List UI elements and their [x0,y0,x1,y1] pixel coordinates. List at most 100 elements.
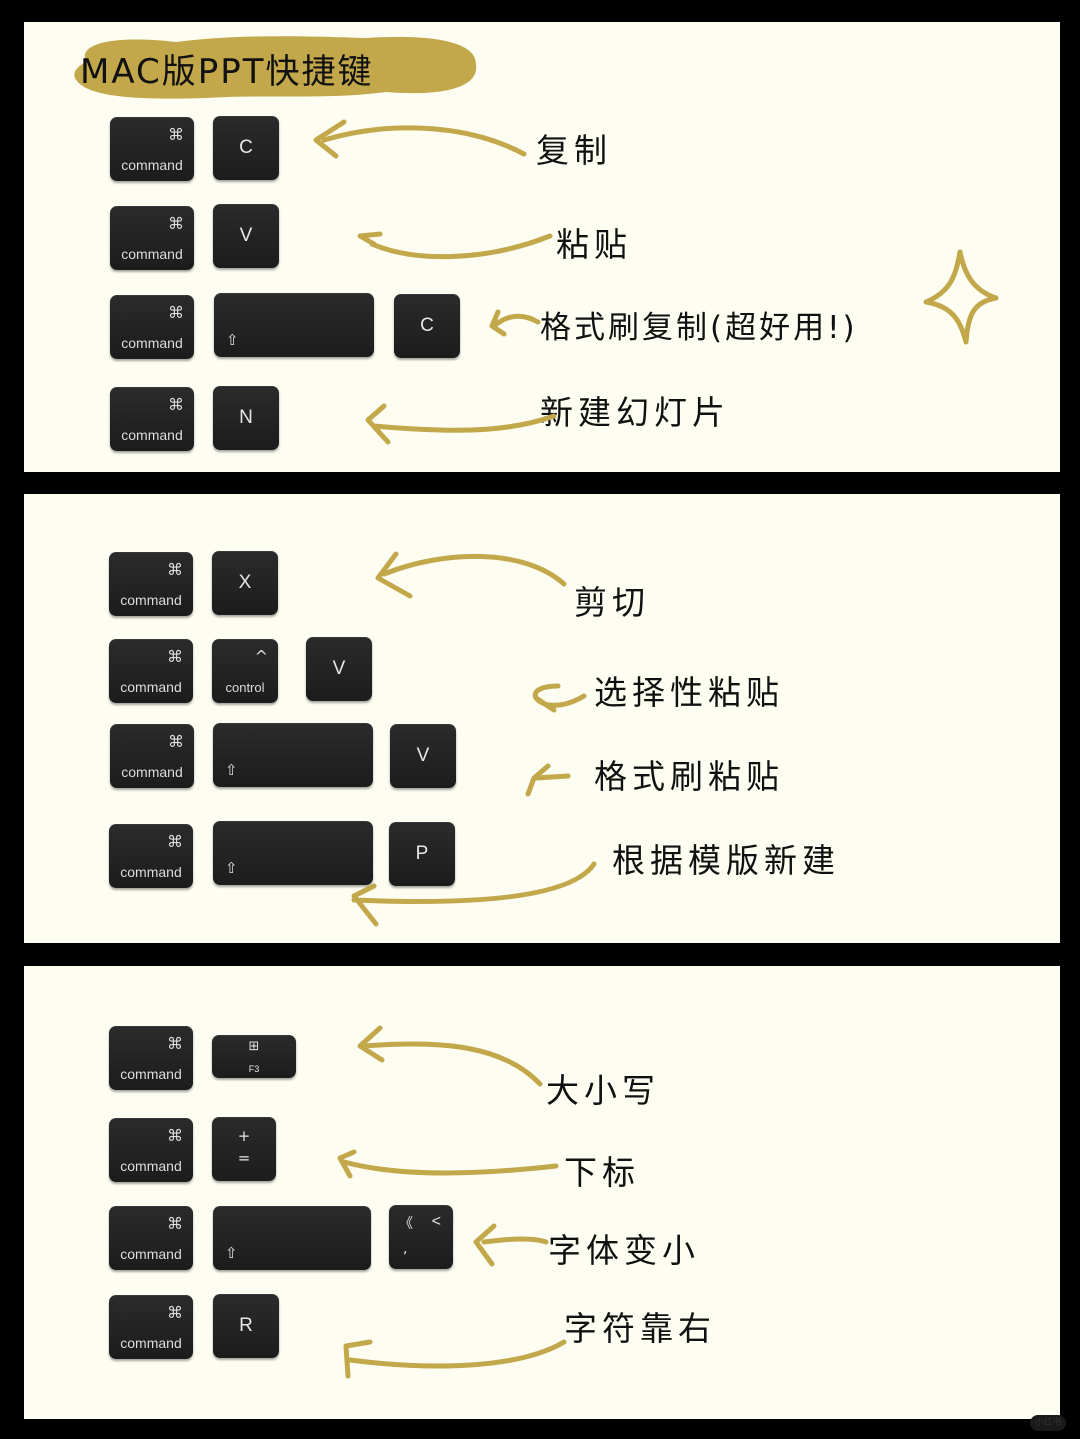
shift-key: ⇧ [213,723,373,787]
key-label: C [239,137,253,158]
v-key: V [306,637,372,701]
key-label: command [121,335,183,351]
arrow-align-right [343,1339,567,1379]
c-key: C [213,116,279,180]
arrow-format-paste [525,763,571,797]
key-label: V [332,658,346,679]
arrow-shrink-font [473,1223,549,1267]
command-key: ⌘ command [109,1026,193,1090]
key-label: V [416,745,430,766]
page-title: MAC版PPT快捷键 [80,52,374,92]
command-icon: ⌘ [168,303,184,322]
action-label-paste: 粘贴 [556,225,632,264]
arrow-paste-special [532,683,587,713]
command-key: ⌘ command [109,639,193,703]
command-key: ⌘ command [110,206,194,270]
arrow-paste [357,231,553,260]
watermark-logo: 小红书 [1030,1415,1066,1431]
action-label-new-slide: 新建幻灯片 [540,393,730,432]
key-label: command [120,1158,182,1174]
key-label: X [238,572,252,593]
key-label: command [120,1335,182,1351]
command-icon: ⌘ [168,214,184,233]
command-key: ⌘ command [109,1118,193,1182]
x-key: X [212,551,278,615]
shift-key: ⇧ [214,293,374,357]
key-label: , [403,1241,408,1257]
action-label-shrink-font: 字体变小 [548,1231,700,1270]
key-label: < [431,1213,441,1230]
key-label: + [237,1127,251,1145]
action-label-subscript: 下标 [564,1153,640,1192]
key-label: control [225,680,265,695]
command-key: ⌘ command [109,824,193,888]
arrow-cut [375,551,567,599]
shift-key: ⇧ [213,821,373,885]
arrow-change-case [357,1025,543,1087]
n-key: N [213,386,279,450]
key-label: R [239,1315,253,1336]
arrow-subscript [337,1149,559,1179]
command-icon: ⌘ [167,560,183,579]
action-label-new-from-template: 根据模版新建 [612,841,840,880]
key-label: P [415,843,429,864]
mission-control-icon: ⊞ [248,1039,260,1054]
v-key: V [213,204,279,268]
panel-3: ⌘ command ⊞ F3 大小写 ⌘ command + = 下标 ⌘ co… [24,966,1060,1419]
panel-1: MAC版PPT快捷键 ⌘ command C 复制 ⌘ command V 粘贴… [24,22,1060,472]
action-label-copy: 复制 [536,131,612,170]
command-icon: ⌘ [167,647,183,666]
command-key: ⌘ command [110,117,194,181]
key-label: C [420,315,434,336]
command-key: ⌘ command [110,387,194,451]
command-icon: ⌘ [168,395,184,414]
key-label: N [239,407,253,428]
key-label: command [120,679,182,695]
p-key: P [389,822,455,886]
action-label-cut: 剪切 [574,583,650,622]
key-label: 《 [399,1216,413,1232]
sparkle-icon [923,249,999,345]
command-icon: ⌘ [167,1214,183,1233]
key-label: command [121,157,183,173]
key-label: command [120,1066,182,1082]
key-label: command [121,764,183,780]
panel-2: ⌘ command X 剪切 ⌘ command ^ control V 选择性… [24,494,1060,943]
action-label-format-paste: 格式刷粘贴 [594,757,784,796]
command-icon: ⌘ [167,832,183,851]
arrow-new-slide [365,403,557,445]
command-icon: ⌘ [167,1303,183,1322]
command-key: ⌘ command [109,1206,193,1270]
key-label: = [237,1149,251,1167]
action-label-align-right: 字符靠右 [564,1309,716,1348]
command-key: ⌘ command [110,295,194,359]
c-key: C [394,294,460,358]
key-label: command [120,1246,182,1262]
command-key: ⌘ command [109,1295,193,1359]
command-icon: ⌘ [168,732,184,751]
command-icon: ⌘ [168,125,184,144]
action-label-paste-special: 选择性粘贴 [594,673,784,712]
arrow-copy [313,119,527,159]
command-icon: ⌘ [167,1034,183,1053]
shift-icon: ⇧ [225,1244,238,1262]
shift-icon: ⇧ [225,859,238,877]
v-key: V [390,724,456,788]
command-key: ⌘ command [110,724,194,788]
shift-icon: ⇧ [226,331,239,349]
command-icon: ⌘ [167,1126,183,1145]
key-label: command [120,592,182,608]
less-than-key: 《 < , [389,1205,453,1269]
arrow-format-copy [489,309,541,337]
control-key: ^ control [212,639,278,703]
shift-icon: ⇧ [225,761,238,779]
plus-equals-key: + = [212,1117,276,1181]
key-label: F3 [248,1064,260,1074]
r-key: R [213,1294,279,1358]
action-label-change-case: 大小写 [546,1071,660,1110]
key-label: command [121,246,183,262]
f3-key: ⊞ F3 [212,1035,296,1078]
control-icon: ^ [254,647,268,666]
command-key: ⌘ command [109,552,193,616]
action-label-format-copy: 格式刷复制(超好用!) [540,310,858,346]
